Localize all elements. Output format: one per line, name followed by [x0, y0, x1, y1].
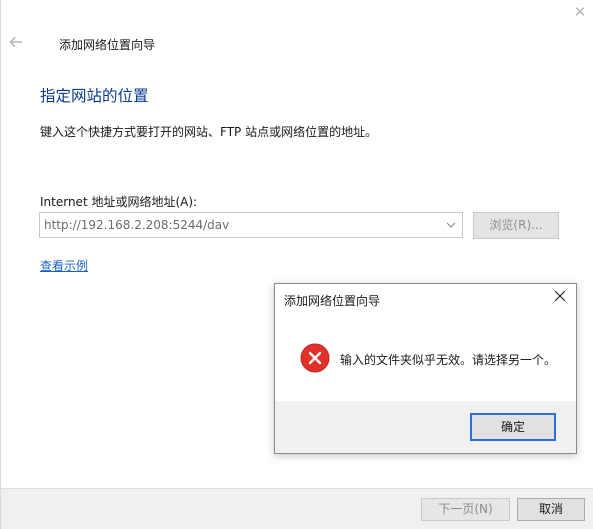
browse-button[interactable]: 浏览(R)... [473, 212, 559, 239]
page-heading: 指定网站的位置 [40, 87, 149, 105]
error-dialog: 添加网络位置向导 输入的文件夹似乎无效。请选择另一个。 确定 [274, 283, 577, 454]
address-input[interactable]: http://192.168.2.208:5244/dav [44, 218, 229, 232]
next-button[interactable]: 下一页(N) [421, 498, 510, 521]
error-icon [300, 343, 330, 373]
ok-button[interactable]: 确定 [470, 413, 556, 441]
dialog-footer: 确定 [275, 401, 576, 453]
wizard-title: 添加网络位置向导 [59, 38, 156, 52]
back-arrow-icon[interactable] [8, 34, 24, 50]
dialog-title: 添加网络位置向导 [284, 294, 381, 308]
dialog-message: 输入的文件夹似乎无效。请选择另一个。 [340, 353, 557, 367]
close-icon[interactable] [554, 290, 566, 302]
close-icon[interactable]: ✕ [573, 5, 587, 20]
chevron-down-icon[interactable] [446, 221, 456, 229]
address-combobox[interactable]: http://192.168.2.208:5244/dav [39, 212, 463, 238]
view-examples-link[interactable]: 查看示例 [40, 257, 88, 274]
wizard-footer: 下一页(N) 取消 [1, 488, 593, 529]
address-label: Internet 地址或网络地址(A): [40, 195, 198, 209]
cancel-button[interactable]: 取消 [517, 498, 585, 521]
page-description: 键入这个快捷方式要打开的网站、FTP 站点或网络位置的地址。 [40, 125, 378, 139]
add-network-location-wizard: ✕ 添加网络位置向导 指定网站的位置 键入这个快捷方式要打开的网站、FTP 站点… [0, 0, 593, 529]
